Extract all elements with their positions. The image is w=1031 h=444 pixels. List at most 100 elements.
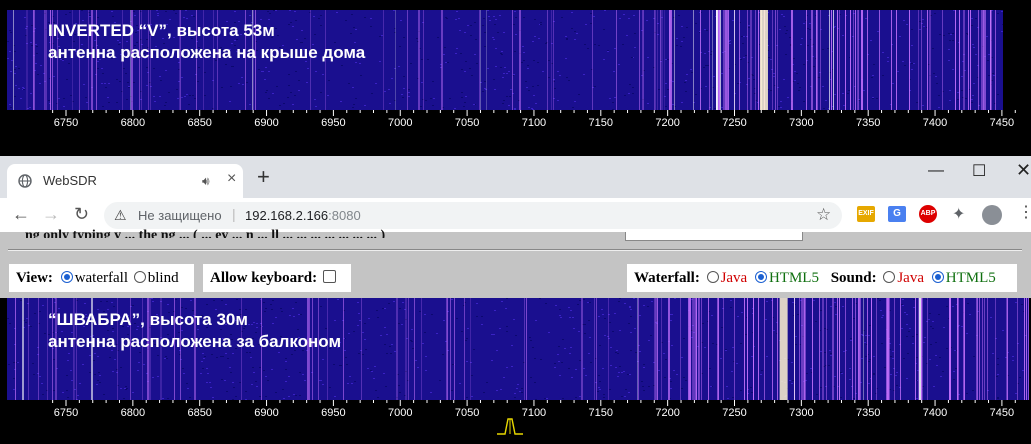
waterfall-noise: [834, 26, 836, 27]
profile-avatar[interactable]: [982, 205, 1002, 225]
scale-label: 6850: [187, 407, 211, 419]
new-tab-button[interactable]: +: [257, 166, 270, 188]
waterfall-noise: [946, 348, 948, 349]
view-blind-radio[interactable]: [133, 271, 146, 283]
waterfall-html5-radio[interactable]: [754, 271, 767, 283]
waterfall-noise: [411, 329, 413, 330]
waterfall-noise: [371, 93, 373, 94]
waterfall-noise: [252, 367, 254, 368]
signal-streak: [858, 298, 859, 400]
waterfall-noise: [1001, 11, 1003, 12]
minimize-icon[interactable]: —: [928, 162, 944, 180]
waterfall-noise: [632, 87, 634, 88]
waterfall-noise: [206, 368, 208, 369]
signal-streak: [853, 10, 854, 110]
close-tab-icon[interactable]: ×: [227, 170, 236, 188]
scale-label: 7000: [388, 407, 412, 419]
sound-java-label[interactable]: Java: [897, 270, 924, 286]
waterfall-noise: [548, 60, 550, 61]
waterfall-noise: [17, 362, 19, 363]
waterfall-html5-label[interactable]: HTML5: [769, 270, 819, 286]
waterfall-noise: [14, 51, 16, 52]
warning-icon[interactable]: ⚠: [114, 207, 127, 224]
view-waterfall-radio[interactable]: [60, 271, 73, 283]
tab-websdr[interactable]: WebSDR 🔊︎ ×: [7, 164, 243, 198]
waterfall-noise: [954, 350, 956, 351]
view-waterfall-label[interactable]: waterfall: [75, 270, 128, 286]
waterfall-noise: [571, 12, 573, 13]
waterfall-noise: [557, 100, 559, 101]
view-blind-label[interactable]: blind: [148, 270, 179, 286]
waterfall-noise: [566, 38, 568, 39]
waterfall-noise: [297, 329, 299, 330]
waterfall-noise: [302, 374, 304, 375]
waterfall-noise: [349, 376, 351, 377]
waterfall-noise: [904, 65, 906, 66]
adblock-extension-icon[interactable]: ABP: [919, 205, 937, 223]
signal-streak: [26, 10, 28, 110]
waterfall-noise: [10, 71, 12, 72]
forward-icon[interactable]: →: [42, 204, 60, 224]
extensions-puzzle-icon[interactable]: ✦: [952, 204, 965, 224]
signal-streak: [1017, 298, 1018, 400]
exif-extension-icon[interactable]: EXIF: [857, 206, 875, 222]
waterfall-noise: [681, 102, 683, 103]
waterfall-noise: [990, 317, 992, 318]
waterfall-java-label[interactable]: Java: [721, 270, 748, 286]
websdr-page: ng only typing y ... the ng ... ( ... ey…: [0, 228, 1031, 298]
cut-off-input[interactable]: [625, 232, 803, 241]
waterfall-noise: [916, 398, 918, 399]
scale-label: 6750: [54, 407, 78, 419]
reload-icon[interactable]: ↻: [74, 204, 89, 224]
waterfall-noise: [569, 317, 571, 318]
sound-java-radio[interactable]: [883, 271, 896, 283]
waterfall-noise: [955, 368, 957, 369]
bottom-waterfall-caption-subtitle: антенна расположена за балконом: [48, 332, 342, 351]
sound-html5-radio[interactable]: [931, 271, 944, 283]
waterfall-noise: [908, 331, 910, 332]
waterfall-noise: [9, 30, 11, 31]
sound-html5-label[interactable]: HTML5: [946, 270, 996, 286]
bookmark-star-icon[interactable]: ☆: [816, 205, 831, 225]
tuning-passband-marker[interactable]: [496, 414, 524, 436]
waterfall-noise: [785, 33, 787, 34]
translate-extension-icon[interactable]: G: [888, 206, 906, 222]
waterfall-noise: [65, 14, 67, 15]
waterfall-noise: [248, 324, 250, 325]
waterfall-noise: [402, 97, 404, 98]
waterfall-noise: [459, 383, 461, 384]
close-window-icon[interactable]: ✕: [1016, 160, 1031, 181]
waterfall-noise: [940, 376, 942, 377]
waterfall-noise: [729, 40, 731, 41]
waterfall-noise: [916, 334, 918, 335]
top-frequency-scale[interactable]: 6750 6800 6850 6900 6950 7000 7050 7100 7150 7200…: [0, 110, 1031, 150]
allow-keyboard-checkbox[interactable]: [323, 270, 337, 283]
address-bar[interactable]: ⚠ Не защищено | 192.168.2.166:8080 ☆: [104, 202, 842, 229]
signal-streak: [772, 298, 773, 400]
waterfall-noise: [320, 15, 322, 16]
waterfall-noise: [221, 379, 223, 380]
waterfall-noise: [487, 10, 489, 11]
security-label[interactable]: Не защищено: [138, 208, 222, 223]
waterfall-noise: [112, 16, 114, 17]
waterfall-noise: [270, 304, 272, 305]
signal-streak: [734, 10, 735, 110]
maximize-icon[interactable]: ☐: [972, 161, 986, 181]
waterfall-noise: [190, 300, 192, 301]
menu-icon[interactable]: ⋮: [1018, 202, 1031, 222]
waterfall-noise: [935, 355, 937, 356]
waterfall-noise: [997, 358, 999, 359]
waterfall-noise: [988, 54, 990, 55]
waterfall-noise: [604, 335, 606, 336]
waterfall-java-radio[interactable]: [706, 271, 719, 283]
signal-streak: [777, 10, 778, 110]
waterfall-noise: [548, 332, 550, 333]
waterfall-noise: [167, 304, 169, 305]
waterfall-noise: [15, 85, 17, 86]
url-text[interactable]: 192.168.2.166:8080: [245, 208, 361, 223]
keyboard-label: Allow keyboard:: [210, 270, 318, 286]
back-icon[interactable]: ←: [12, 204, 30, 224]
speaker-icon[interactable]: 🔊︎: [202, 174, 210, 189]
scale-label: 7300: [789, 407, 813, 419]
waterfall-noise: [902, 61, 904, 62]
